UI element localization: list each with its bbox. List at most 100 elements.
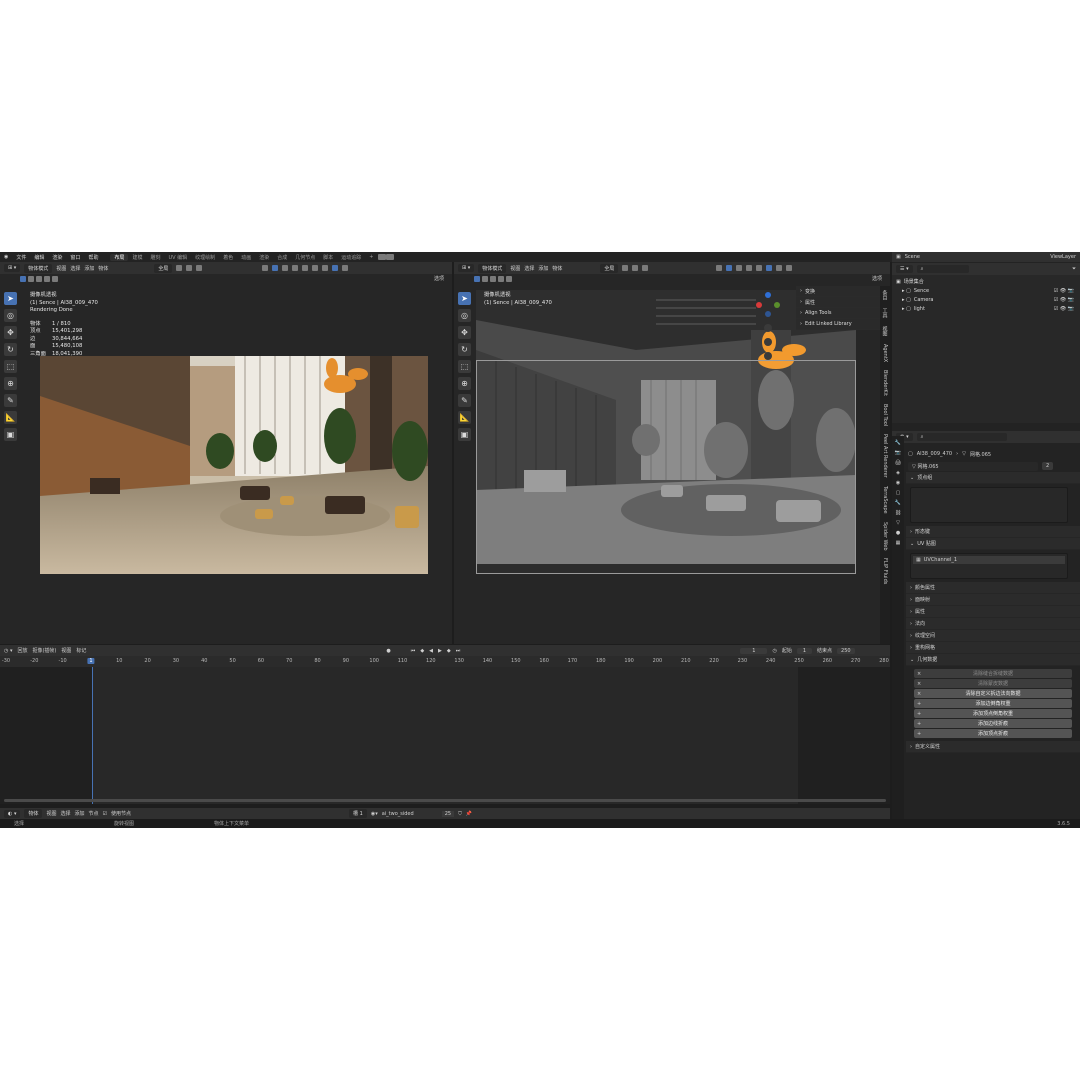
pin-icon[interactable]: 📌 bbox=[466, 811, 472, 817]
timeline-area[interactable] bbox=[0, 667, 890, 804]
right-visibility-icon[interactable] bbox=[716, 265, 723, 271]
world-tab-icon[interactable]: ◉ bbox=[896, 480, 900, 486]
menu-window[interactable]: 窗口 bbox=[66, 254, 84, 261]
menu-help[interactable]: 帮助 bbox=[84, 254, 102, 261]
start-frame-field[interactable]: 1 bbox=[796, 647, 813, 654]
menu-file[interactable]: 文件 bbox=[12, 254, 30, 261]
tab-shading[interactable]: 着色 bbox=[219, 254, 237, 261]
left-snap-icon[interactable] bbox=[186, 265, 193, 271]
properties-search-input[interactable]: ⌕ bbox=[916, 433, 1007, 441]
select-subtract-icon[interactable] bbox=[36, 275, 42, 282]
add-workspace-button[interactable]: + bbox=[365, 254, 377, 260]
left-menu-add[interactable]: 添加 bbox=[84, 265, 94, 272]
section-normals[interactable]: › 法向 bbox=[906, 618, 1080, 630]
transform-icon[interactable]: ⊕ bbox=[4, 377, 17, 390]
shader-menu-add[interactable]: 添加 bbox=[75, 810, 85, 817]
uv-maps-list[interactable]: ▦ UVChannel_1 bbox=[910, 553, 1068, 579]
timeline-menu-playback[interactable]: 回放 bbox=[17, 647, 27, 654]
left-shading-wire-icon[interactable] bbox=[302, 265, 309, 271]
rotate-icon[interactable]: ↻ bbox=[4, 343, 17, 356]
timeline-menu-view[interactable]: 视图 bbox=[61, 647, 71, 654]
section-geometry-data[interactable]: ⌄ 几何数据 bbox=[906, 654, 1080, 666]
select-box-icon[interactable]: ➤ bbox=[4, 292, 17, 305]
npanel-edit-linked-library[interactable]: › Edit Linked Library bbox=[796, 319, 880, 330]
right-select-new-icon[interactable] bbox=[474, 275, 480, 282]
left-visibility-icon[interactable] bbox=[262, 265, 269, 271]
right-overlay-icon[interactable] bbox=[736, 265, 743, 271]
scene-name[interactable]: Scene bbox=[905, 254, 920, 260]
sidebar-tab-view[interactable]: 视图 bbox=[882, 322, 889, 340]
right-xray-icon[interactable] bbox=[746, 265, 753, 271]
section-texture-space[interactable]: › 纹理空间 bbox=[906, 630, 1080, 642]
material-icon[interactable]: ◉▾ bbox=[371, 811, 378, 817]
right-menu-select[interactable]: 选择 bbox=[524, 265, 534, 272]
scene-icon[interactable] bbox=[377, 254, 386, 260]
npanel-transform[interactable]: › 变换 bbox=[796, 286, 880, 297]
tool-tab-icon[interactable]: 🔧 bbox=[895, 440, 901, 446]
outliner-scene-collection[interactable]: ▣ 场景集合 bbox=[892, 277, 1080, 286]
left-viewport[interactable]: ⊞ ▾ 物体模式 视图 选择 添加 物体 全局 选项 ➤ ◎ ✥ ↻ ⬚ ⊕ ✎… bbox=[0, 262, 452, 644]
next-keyframe-icon[interactable]: ◆ bbox=[447, 648, 451, 654]
material-name-field[interactable]: ai_two_sided bbox=[382, 811, 414, 817]
section-uv-maps[interactable]: ⌄ UV 贴图 bbox=[906, 538, 1080, 550]
right-viewport[interactable]: ⊞ ▾ 物体模式 视图 选择 添加 物体 全局 选项 ➤ ◎ ✥ ↻ ⬚ ⊕ ✎… bbox=[454, 262, 890, 644]
scene-selector-icon[interactable]: ▣ bbox=[896, 254, 901, 260]
tab-geometry-nodes[interactable]: 几何节点 bbox=[291, 254, 319, 261]
uv-channel-item[interactable]: ▦ UVChannel_1 bbox=[913, 556, 1065, 564]
measure-icon[interactable]: 📐 bbox=[4, 411, 17, 424]
timeline-menu-marker[interactable]: 标记 bbox=[76, 647, 86, 654]
right-cursor-icon[interactable]: ◎ bbox=[458, 309, 471, 322]
material-tab-icon[interactable]: ● bbox=[896, 530, 900, 536]
data-tab-icon[interactable]: ▽ bbox=[896, 520, 900, 526]
layer-icon[interactable] bbox=[385, 254, 394, 260]
fake-user-icon[interactable]: ⛉ bbox=[458, 811, 462, 817]
material-users-count[interactable]: 25 bbox=[441, 810, 455, 817]
outliner-search-input[interactable]: ⌕ bbox=[916, 265, 969, 273]
clear-skin-data-button[interactable]: × 清除蒙皮数据 bbox=[914, 679, 1072, 688]
right-move-icon[interactable]: ✥ bbox=[458, 326, 471, 339]
right-select-extend-icon[interactable] bbox=[482, 275, 488, 282]
left-pivot-icon[interactable] bbox=[176, 265, 183, 271]
current-frame-field[interactable]: 1 bbox=[740, 647, 768, 654]
record-icon[interactable]: ● bbox=[386, 648, 390, 654]
select-new-icon[interactable] bbox=[20, 275, 26, 282]
tab-animation[interactable]: 动画 bbox=[237, 254, 255, 261]
tab-modeling[interactable]: 建模 bbox=[128, 254, 146, 261]
add-edge-crease-button[interactable]: + 添加边线折痕 bbox=[914, 719, 1072, 728]
sidebar-tab-blenderkit[interactable]: BlenderKit bbox=[882, 366, 888, 400]
use-nodes-checkbox[interactable]: ☑ bbox=[103, 811, 107, 817]
section-color-attributes[interactable]: › 颜色属性 bbox=[906, 582, 1080, 594]
right-shading-solid-icon[interactable] bbox=[766, 265, 773, 271]
right-editor-type-dropdown[interactable]: ⊞ ▾ bbox=[458, 264, 475, 272]
sidebar-tab-booltool[interactable]: Bool Tool bbox=[882, 400, 888, 430]
sidebar-tab-flip-fluids[interactable]: FLIP Fluids bbox=[882, 554, 888, 588]
add-vertex-crease-button[interactable]: + 添加顶点折痕 bbox=[914, 729, 1072, 738]
left-shading-rendered-icon[interactable] bbox=[332, 265, 339, 271]
move-icon[interactable]: ✥ bbox=[4, 326, 17, 339]
left-overlay-icon[interactable] bbox=[282, 265, 289, 271]
clock-icon[interactable]: ◷ bbox=[772, 648, 776, 654]
timeline-editor-type[interactable]: ◷ ▾ bbox=[4, 648, 12, 654]
right-select-subtract-icon[interactable] bbox=[490, 275, 496, 282]
navigation-gizmo[interactable] bbox=[756, 292, 780, 362]
clear-sculpt-mask-button[interactable]: × 清除缝合拆缝数据 bbox=[914, 669, 1072, 678]
shader-editor-type[interactable]: ◐ ▾ bbox=[4, 809, 21, 818]
sidebar-tab-item[interactable]: 条目 bbox=[882, 286, 889, 304]
right-annotate-icon[interactable]: ✎ bbox=[458, 394, 471, 407]
section-remesh[interactable]: › 重构网格 bbox=[906, 642, 1080, 654]
tab-uv-editing[interactable]: UV 编辑 bbox=[165, 254, 192, 261]
left-xray-icon[interactable] bbox=[292, 265, 299, 271]
outliner-item-camera[interactable]: ▸ ▢ Camera ☑ 👁 📷 bbox=[892, 295, 1080, 304]
material-slot-dropdown[interactable]: 槽 1 bbox=[349, 809, 367, 818]
right-transform-icon[interactable]: ⊕ bbox=[458, 377, 471, 390]
right-select-box-icon[interactable]: ➤ bbox=[458, 292, 471, 305]
right-menu-view[interactable]: 视图 bbox=[510, 265, 520, 272]
right-snap-icon[interactable] bbox=[632, 265, 639, 271]
right-add-cube-icon[interactable]: ▣ bbox=[458, 428, 471, 441]
right-shading-wire-icon[interactable] bbox=[756, 265, 763, 271]
render-tab-icon[interactable]: 📷 bbox=[895, 450, 901, 456]
npanel-align-tools[interactable]: › Align Tools bbox=[796, 308, 880, 319]
filter-icon[interactable]: ⏷ bbox=[1072, 266, 1076, 272]
right-proportional-icon[interactable] bbox=[642, 265, 649, 271]
object-tab-icon[interactable]: ▢ bbox=[896, 490, 901, 496]
